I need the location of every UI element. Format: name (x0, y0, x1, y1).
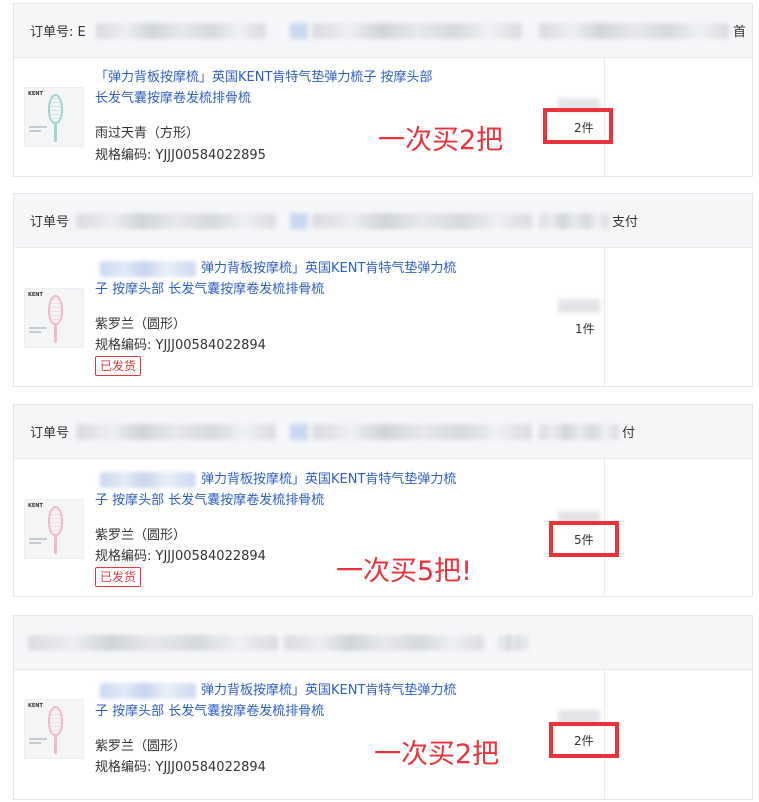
shipped-status-tag: 已发货 (95, 567, 142, 587)
hairbrush-image (48, 706, 63, 736)
product-title-line: 子 按摩头部 长发气囊按摩卷发梳排骨梳 (95, 704, 325, 719)
order-number-label: 订单号 (30, 426, 70, 441)
redacted-order-info (290, 424, 308, 440)
redacted-order-info (76, 213, 276, 229)
product-title-line: 弹力背板按摩梳」英国KENT肯特气垫弹力梳 (201, 683, 457, 698)
hairbrush-handle (54, 124, 57, 142)
product-title-line: 「弹力背板按摩梳」英国KENT肯特气垫弹力梳子 按摩头部 (95, 70, 433, 85)
redacted-order-info (28, 635, 278, 651)
hairbrush-image (48, 506, 63, 536)
quantity-highlight-box (549, 521, 619, 557)
order-body: KENT 「弹力背板按摩梳」英国KENT肯特气垫弹力梳子 按摩头部 长发气囊按摩… (14, 58, 752, 177)
thumbnail-caption (29, 742, 41, 744)
product-title-link[interactable]: 弹力背板按摩梳」英国KENT肯特气垫弹力梳 子 按摩头部 长发气囊按摩卷发梳排骨… (95, 258, 475, 300)
order-header-tail: 首 (732, 25, 746, 40)
hairbrush-image (48, 94, 63, 124)
thumbnail-caption (29, 738, 47, 740)
product-thumbnail[interactable]: KENT (24, 87, 84, 147)
quantity: 1件 (575, 322, 595, 336)
order-number-label: 订单号 (30, 215, 70, 230)
redacted-price (558, 299, 600, 313)
hairbrush-image (48, 295, 63, 325)
product-thumbnail[interactable]: KENT (24, 288, 84, 348)
sku-name: 紫罗兰（圆形） (95, 317, 187, 332)
redacted-order-info (539, 424, 619, 440)
quantity-highlight-box (549, 722, 619, 758)
redacted-order-info (76, 424, 276, 440)
product-thumbnail[interactable]: KENT (24, 699, 84, 759)
redacted-order-info (284, 635, 484, 651)
product-title-line: 长发气囊按摩卷发梳排骨梳 (95, 91, 252, 106)
annotation-text: 一次买2把 (374, 739, 500, 770)
order-number-label: 订单号: E (30, 25, 86, 40)
product-title-link[interactable]: 「弹力背板按摩梳」英国KENT肯特气垫弹力梳子 按摩头部 长发气囊按摩卷发梳排骨… (95, 67, 475, 109)
order-card: 订单号: E 首 KENT 「弹力背板按摩梳」英国KENT肯特气垫弹力梳子 按摩… (13, 3, 753, 177)
redacted-order-info (498, 635, 528, 651)
order-header: 订单号 付 (14, 405, 752, 459)
brand-logo: KENT (28, 91, 43, 97)
product-thumbnail[interactable]: KENT (24, 499, 84, 559)
sku-code: 规格编码: YJJJ00584022894 (95, 549, 266, 564)
sku-name: 紫罗兰（圆形） (95, 739, 187, 754)
product-title-line: 子 按摩头部 长发气囊按摩卷发梳排骨梳 (95, 493, 325, 508)
redacted-order-info (290, 213, 308, 229)
hairbrush-handle (54, 536, 57, 554)
thumbnail-caption (29, 542, 41, 544)
product-title-link[interactable]: 弹力背板按摩梳」英国KENT肯特气垫弹力梳 子 按摩头部 长发气囊按摩卷发梳排骨… (95, 469, 475, 511)
product-title-line: 弹力背板按摩梳」英国KENT肯特气垫弹力梳 (201, 261, 457, 276)
sku-code: 规格编码: YJJJ00584022895 (95, 148, 266, 163)
product-title-line: 子 按摩头部 长发气囊按摩卷发梳排骨梳 (95, 282, 325, 297)
order-header-tail: 支付 (612, 215, 639, 230)
annotation-text: 一次买5把! (336, 556, 473, 587)
product-title-link[interactable]: 弹力背板按摩梳」英国KENT肯特气垫弹力梳 子 按摩头部 长发气囊按摩卷发梳排骨… (95, 680, 475, 722)
hairbrush-handle (54, 736, 57, 754)
brand-logo: KENT (28, 503, 43, 509)
redacted-order-info (312, 213, 532, 229)
thumbnail-caption (29, 130, 41, 132)
sku-name: 雨过天青（方形） (95, 126, 200, 141)
product-title-line: 弹力背板按摩梳」英国KENT肯特气垫弹力梳 (201, 472, 457, 487)
redacted-order-info (539, 23, 729, 39)
brand-logo: KENT (28, 292, 43, 298)
sku-name: 紫罗兰（圆形） (95, 528, 187, 543)
shipped-status-tag: 已发货 (95, 356, 142, 376)
sku-code: 规格编码: YJJJ00584022894 (95, 338, 266, 353)
redacted-order-info (290, 23, 308, 39)
quantity-column (604, 248, 605, 387)
redacted-order-info (96, 23, 266, 39)
order-header-tail: 付 (622, 426, 636, 441)
annotation-text: 一次买2把 (378, 125, 504, 156)
thumbnail-caption (29, 327, 47, 329)
redacted-order-info (312, 23, 522, 39)
redacted-order-info (539, 213, 609, 229)
order-body: KENT 弹力背板按摩梳」英国KENT肯特气垫弹力梳 子 按摩头部 长发气囊按摩… (14, 248, 752, 387)
brand-logo: KENT (28, 703, 43, 709)
order-header: 订单号 支付 (14, 194, 752, 248)
thumbnail-caption (29, 331, 41, 333)
order-body: KENT 弹力背板按摩梳」英国KENT肯特气垫弹力梳 子 按摩头部 长发气囊按摩… (14, 670, 752, 800)
order-card: KENT 弹力背板按摩梳」英国KENT肯特气垫弹力梳 子 按摩头部 长发气囊按摩… (13, 615, 753, 800)
order-card: 订单号 付 KENT 弹力背板按摩梳」英国KENT肯特气垫弹力梳 子 按摩头部 … (13, 404, 753, 597)
order-card: 订单号 支付 KENT 弹力背板按摩梳」英国KENT肯特气垫弹力梳 子 按摩头部… (13, 193, 753, 387)
order-header: 订单号: E 首 (14, 4, 752, 58)
sku-code: 规格编码: YJJJ00584022894 (95, 760, 266, 775)
redacted-order-info (312, 424, 532, 440)
thumbnail-caption (29, 538, 47, 540)
quantity-highlight-box (543, 108, 613, 144)
hairbrush-handle (54, 325, 57, 343)
order-header (14, 616, 752, 670)
thumbnail-caption (29, 126, 47, 128)
order-body: KENT 弹力背板按摩梳」英国KENT肯特气垫弹力梳 子 按摩头部 长发气囊按摩… (14, 459, 752, 597)
